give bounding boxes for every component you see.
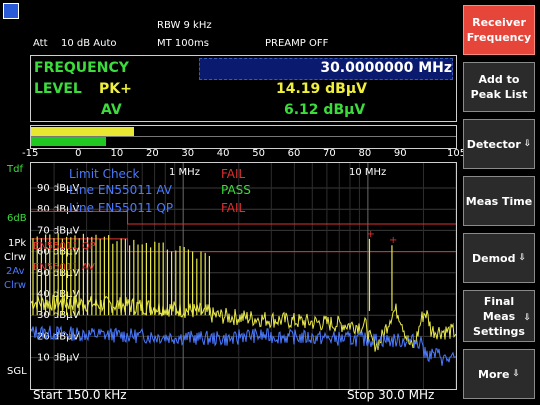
bargraph-tick-label: 60 [287, 148, 301, 159]
softkey-final-meas-settings[interactable]: Final Meas Settings ⇩ [463, 290, 535, 342]
transducer-label: Tdf [7, 164, 23, 175]
softkey-demod[interactable]: Demod ⇩ [463, 233, 535, 283]
softkey-label: Meas Time [465, 194, 533, 208]
limit-qp-label: EN55011 QP [33, 241, 96, 252]
rbw-readout: RBW 9 kHz [157, 20, 212, 31]
bar-divider [31, 136, 456, 137]
softkey-add-to-peak-list[interactable]: Add to Peak List [463, 62, 535, 112]
limit-check-result: FAIL [221, 167, 246, 181]
bargraph-tick-label: 30 [181, 148, 195, 159]
softkey-label: Add to Peak List [470, 73, 528, 101]
level-bargraph [30, 125, 457, 149]
single-sweep-label: SGL [7, 366, 27, 377]
softkey-more[interactable]: More ⇩ [463, 349, 535, 399]
stop-frequency: Stop 30.0 MHz [347, 388, 435, 402]
start-frequency: Start 150.0 kHz [33, 388, 127, 402]
marker-10mhz-label: 10 MHz [349, 167, 387, 178]
measurement-time-readout: MT 100ms [157, 38, 209, 49]
bargraph-tick-label: 80 [358, 148, 372, 159]
trace1-mode-label: Clrw [4, 252, 27, 263]
peak-marker-icon: + [366, 229, 374, 240]
submenu-arrow-icon: ⇩ [518, 252, 527, 263]
submenu-arrow-icon: ⇩ [512, 368, 520, 379]
y-axis-label: 10 dBμV [37, 353, 79, 364]
softkey-detector[interactable]: Detector ⇩ [463, 119, 535, 169]
average-level-value: 6.12 dBμV [284, 102, 366, 118]
trace1-detector-label: 1Pk [8, 238, 27, 249]
softkey-receiver-frequency[interactable]: Receiver Frequency [463, 5, 535, 55]
softkey-label: Receiver Frequency [466, 16, 532, 44]
bargraph-tick-label: 90 [393, 148, 407, 159]
peak-detector-label: PK+ [99, 81, 132, 97]
bargraph-scale: -15 0 10 20 30 40 50 60 70 80 90 105 [22, 148, 466, 162]
softkey-meas-time[interactable]: Meas Time [463, 176, 535, 226]
receiver-info-box: FREQUENCY 30.0000000 MHz LEVEL PK+ 14.19… [30, 55, 457, 122]
trace2-mode-label: Clrw [4, 280, 27, 291]
rohde-schwarz-logo-icon [3, 3, 19, 19]
peak-level-value: 14.19 dBμV [276, 81, 367, 97]
bargraph-tick-label: 40 [216, 148, 230, 159]
average-level-bar [31, 137, 106, 146]
level-label: LEVEL [34, 81, 82, 97]
limit-line-qp-label: Line EN55011 QP [69, 201, 174, 215]
trace2-detector-label: 2Av [6, 266, 25, 277]
attenuation-label: Att [33, 38, 48, 49]
softkey-label: Demod [471, 251, 516, 265]
spectrum-graph[interactable]: 90 dBμV 80 dBμV 70 dBμV 60 dBμV 50 dBμV 40 dB… [30, 162, 457, 390]
limit-line-qp-result: FAIL [221, 201, 246, 215]
softkey-label: Final Meas Settings [473, 294, 525, 338]
limit-check-title: Limit Check [69, 167, 140, 181]
bargraph-tick-label: 20 [145, 148, 159, 159]
submenu-arrow-icon: ⇩ [523, 138, 532, 149]
softkey-label: More [478, 367, 510, 381]
average-detector-label: AV [101, 102, 122, 118]
frequency-value[interactable]: 30.0000000 MHz [320, 60, 452, 76]
bargraph-tick-label: 0 [75, 148, 82, 159]
peak-level-bar [31, 127, 135, 136]
frequency-label: FREQUENCY [34, 60, 129, 76]
six-db-label: 6dB [7, 213, 27, 224]
limit-line-av-result: PASS [221, 183, 251, 197]
bargraph-tick-label: -15 [22, 148, 39, 159]
average-trace [31, 325, 456, 366]
peak-marker-icon: + [389, 235, 397, 246]
softkey-label: Detector [466, 137, 521, 151]
bargraph-tick-label: 70 [323, 148, 336, 159]
limit-line-av-label: Line EN55011 AV [69, 183, 173, 197]
bargraph-tick-label: 10 [110, 148, 124, 159]
bargraph-tick-label: 50 [252, 148, 265, 159]
limit-av-label: EN55011 AV [33, 262, 95, 273]
submenu-arrow-icon: ⇩ [523, 313, 531, 323]
attenuation-value: 10 dB Auto [61, 38, 117, 49]
preamp-readout: PREAMP OFF [265, 38, 329, 49]
marker-1mhz-label: 1 MHz [169, 167, 200, 178]
